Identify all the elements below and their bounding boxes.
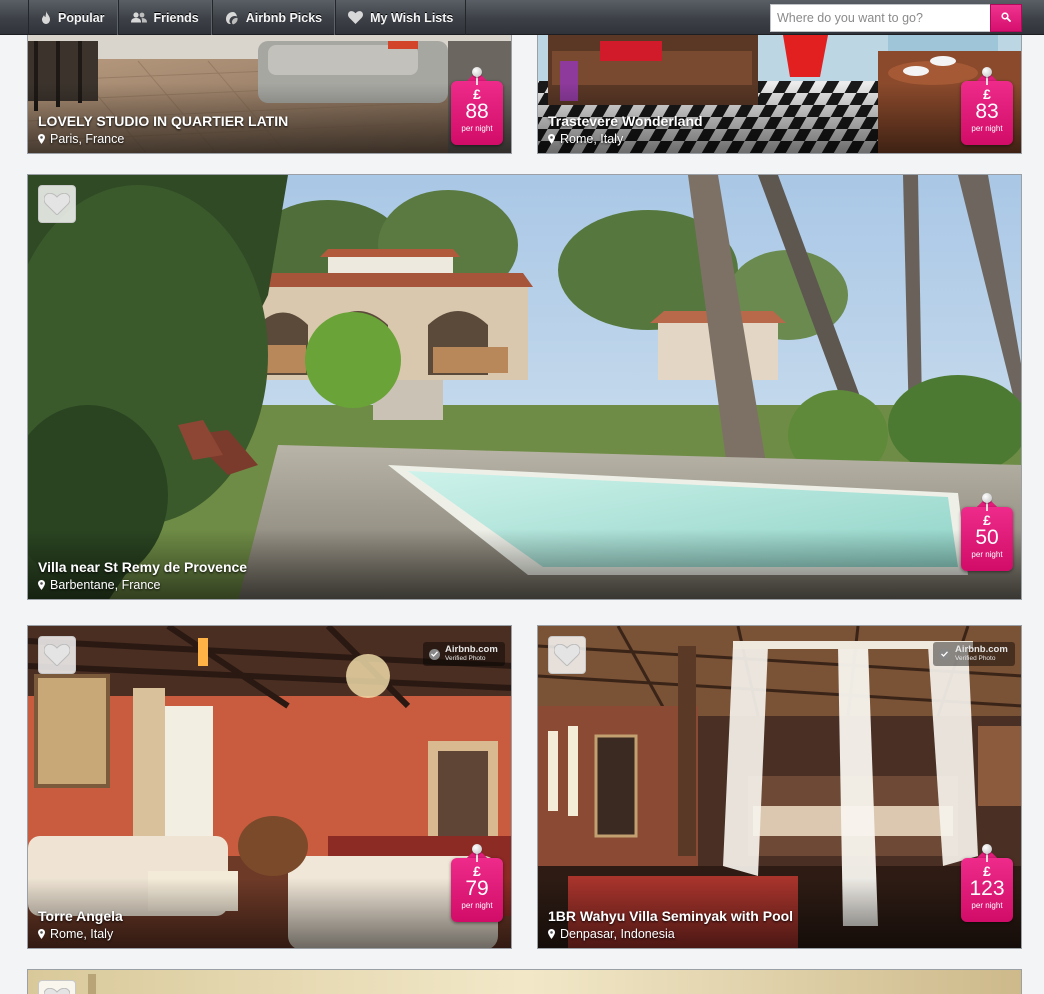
price-tag: £ 50 per night — [961, 493, 1013, 571]
listing-card-6[interactable] — [27, 969, 1022, 994]
location-pin-icon — [38, 580, 45, 590]
listing-title[interactable]: LOVELY STUDIO IN QUARTIER LATIN — [38, 113, 288, 129]
tag-pin — [982, 67, 992, 77]
airbnb-picks-icon — [225, 11, 239, 25]
price-tag: £ 123 per night — [961, 844, 1013, 922]
heart-icon — [44, 644, 70, 666]
location-label: Barbentane, France — [50, 578, 161, 592]
location-pin-icon — [38, 929, 45, 939]
nav-tabs: Popular Friends Airbnb Picks My Wish Lis… — [28, 0, 467, 35]
price-currency: £ — [473, 86, 481, 102]
heart-icon — [44, 193, 70, 215]
flame-icon — [41, 11, 51, 24]
listing-photo — [28, 970, 1021, 994]
heart-icon — [348, 11, 364, 24]
verified-label: Verified Photo — [445, 655, 486, 662]
listing-title[interactable]: Torre Angela — [38, 908, 123, 924]
price-currency: £ — [473, 863, 481, 879]
listing-location: Denpasar, Indonesia — [548, 927, 675, 941]
location-label: Paris, France — [50, 132, 125, 146]
listing-title[interactable]: 1BR Wahyu Villa Seminyak with Pool — [548, 908, 793, 924]
top-nav-bar: Popular Friends Airbnb Picks My Wish Lis… — [0, 0, 1044, 35]
price-tag: £ 79 per night — [451, 844, 503, 922]
verified-brand: Airbnb.com — [445, 644, 498, 655]
search-icon — [1001, 9, 1011, 27]
search-input[interactable] — [770, 4, 990, 32]
price-tag: £ 83 per night — [961, 67, 1013, 145]
price-amount: 88 — [465, 100, 489, 123]
listing-card-5[interactable]: Airbnb.com Verified Photo 1BR Wahyu Vill… — [537, 625, 1022, 949]
price-amount: 123 — [969, 877, 1005, 900]
price-amount: 79 — [465, 877, 489, 900]
search-box — [770, 4, 1022, 32]
verified-photo-badge: Airbnb.com Verified Photo — [423, 642, 505, 666]
verified-photo-badge: Airbnb.com Verified Photo — [933, 642, 1015, 666]
tag-pin — [982, 493, 992, 503]
tab-airbnb-picks[interactable]: Airbnb Picks — [211, 0, 336, 35]
tab-label: Popular — [58, 10, 105, 25]
friends-icon — [130, 12, 147, 23]
listing-card-4[interactable]: Airbnb.com Verified Photo Torre Angela R… — [27, 625, 512, 949]
price-currency: £ — [983, 86, 991, 102]
verified-label: Verified Photo — [955, 655, 996, 662]
tab-label: Airbnb Picks — [245, 10, 323, 25]
price-per-night: per night — [461, 124, 493, 133]
wishlist-button[interactable] — [38, 185, 76, 223]
tag-pin — [472, 67, 482, 77]
check-icon — [939, 648, 950, 660]
price-currency: £ — [983, 863, 991, 879]
location-label: Rome, Italy — [50, 927, 114, 941]
listing-title[interactable]: Trastevere Wonderland — [548, 113, 703, 129]
listing-location: Paris, France — [38, 132, 124, 146]
location-label: Rome, Italy — [560, 132, 624, 146]
wishlist-button[interactable] — [38, 636, 76, 674]
listing-location: Barbentane, France — [38, 578, 161, 592]
price-per-night: per night — [971, 124, 1003, 133]
tab-label: My Wish Lists — [370, 10, 454, 25]
price-amount: 83 — [975, 100, 999, 123]
listing-card-3[interactable]: Villa near St Remy de Provence Barbentan… — [27, 174, 1022, 600]
search-button[interactable] — [990, 4, 1022, 32]
price-per-night: per night — [971, 901, 1003, 910]
wishlist-button[interactable] — [548, 636, 586, 674]
heart-icon — [44, 988, 70, 994]
tab-label: Friends — [153, 10, 199, 25]
price-per-night: per night — [971, 550, 1003, 559]
listing-card-1[interactable]: LOVELY STUDIO IN QUARTIER LATIN Paris, F… — [27, 20, 512, 154]
price-currency: £ — [983, 512, 991, 528]
location-pin-icon — [548, 134, 555, 144]
price-amount: 50 — [975, 526, 999, 549]
verified-brand: Airbnb.com — [955, 644, 1008, 655]
listing-title[interactable]: Villa near St Remy de Provence — [38, 559, 247, 575]
location-pin-icon — [548, 929, 555, 939]
location-label: Denpasar, Indonesia — [560, 927, 675, 941]
check-icon — [429, 648, 440, 660]
location-pin-icon — [38, 134, 45, 144]
listing-card-2[interactable]: Trastevere Wonderland Rome, Italy £ 83 p… — [537, 20, 1022, 154]
heart-icon — [554, 644, 580, 666]
listing-location: Rome, Italy — [38, 927, 113, 941]
wishlist-button[interactable] — [38, 980, 76, 994]
tab-popular[interactable]: Popular — [28, 0, 118, 35]
price-per-night: per night — [461, 901, 493, 910]
tag-pin — [982, 844, 992, 854]
listing-location: Rome, Italy — [548, 132, 623, 146]
price-tag: £ 88 per night — [451, 67, 503, 145]
tab-friends[interactable]: Friends — [117, 0, 212, 35]
tag-pin — [472, 844, 482, 854]
tab-my-wish-lists[interactable]: My Wish Lists — [335, 0, 467, 35]
